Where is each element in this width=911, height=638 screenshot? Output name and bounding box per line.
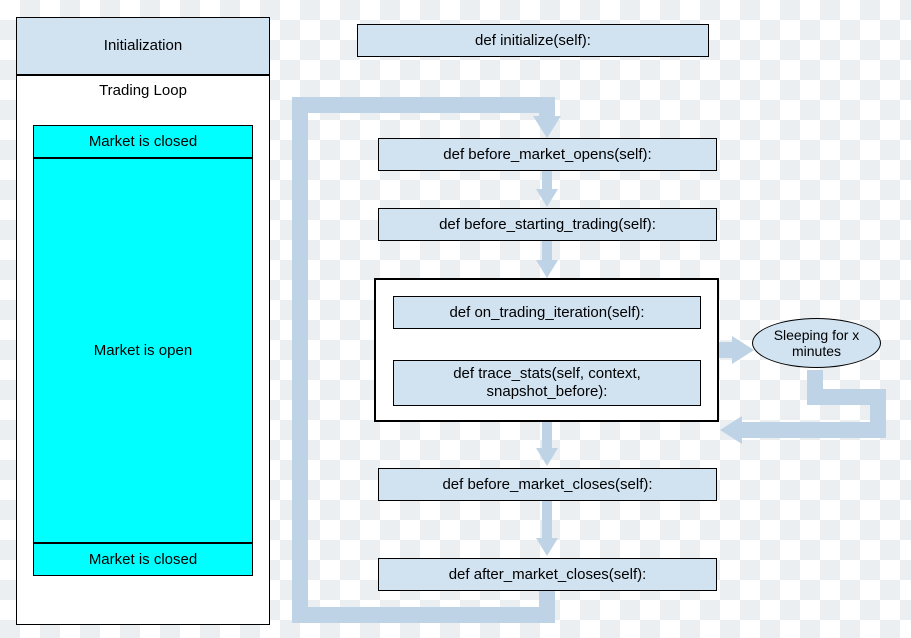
node-before-starting-trading: def before_starting_trading(self): (378, 208, 717, 241)
left-initialization-box: Initialization (16, 17, 270, 75)
left-market-closed-bottom: Market is closed (33, 543, 253, 576)
node-before-market-opens: def before_market_opens(self): (378, 138, 717, 171)
node-before-market-closes: def before_market_closes(self): (378, 468, 717, 501)
left-market-open: Market is open (33, 158, 253, 543)
diagram-canvas: Initialization Trading Loop Market is cl… (0, 0, 911, 638)
node-after-market-closes: def after_market_closes(self): (378, 558, 717, 591)
left-market-closed-top: Market is closed (33, 125, 253, 158)
node-on-trading-iteration: def on_trading_iteration(self): (393, 296, 701, 329)
annotation-sleeping-ellipse: Sleeping for x minutes (752, 318, 881, 368)
left-trading-loop-label: Trading Loop (99, 82, 187, 100)
node-initialize: def initialize(self): (357, 24, 709, 57)
node-trace-stats: def trace_stats(self, context, snapshot_… (393, 360, 701, 406)
